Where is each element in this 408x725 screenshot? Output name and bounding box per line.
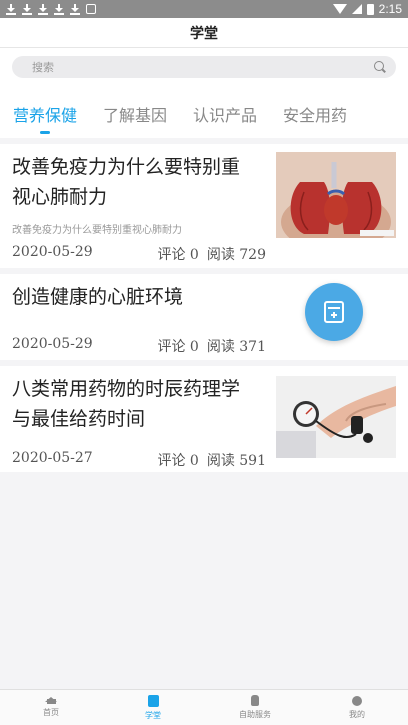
article-reads: 阅读 591 [206,453,266,469]
nav-home[interactable]: 首页 [0,690,102,725]
article-thumbnail-blood-pressure [276,376,396,458]
nav-label: 首页 [43,708,59,717]
app-notification-icon [86,3,96,14]
nav-label: 学堂 [145,710,161,720]
signal-icon [351,4,362,14]
article-title-line: 八类常用药物的时辰药理学 [12,378,241,400]
article-title-line: 与最佳给药时间 [12,408,146,430]
article-date: 2020-05-29 [12,244,93,260]
page-title: 学堂 [190,25,218,42]
search-box[interactable] [12,56,396,78]
article-title: 八类常用药物的时辰药理学 与最佳给药时间 [12,374,240,434]
article-item[interactable]: 八类常用药物的时辰药理学 与最佳给药时间 2020-05-27 评论 0 阅读 … [0,366,408,472]
search-input[interactable] [32,60,374,74]
article-title: 创造健康的心脏环境 [12,286,184,308]
download-icon [54,3,64,15]
search-bar [0,48,408,90]
tab-medication-safety[interactable]: 安全用药 [270,90,360,138]
medicine-box-fab-button[interactable] [305,283,363,341]
download-icon [6,3,16,15]
search-icon[interactable] [374,61,386,73]
article-reads: 阅读 371 [206,339,266,355]
article-title: 改善免疫力为什么要特别重 视心肺耐力 [12,152,240,212]
book-icon [147,694,159,707]
tab-nutrition[interactable]: 营养保健 [0,90,90,138]
article-item[interactable]: 改善免疫力为什么要特别重 视心肺耐力 改善免疫力为什么要特别重视心肺耐力 202… [0,144,408,268]
status-bar: 2:15 [0,0,408,18]
medicine-box-icon [324,301,344,323]
battery-icon [366,3,374,15]
wifi-icon [332,4,347,14]
nav-label: 我的 [349,709,365,719]
download-icon [38,3,48,15]
tab-products[interactable]: 认识产品 [180,90,270,138]
tab-genes[interactable]: 了解基因 [90,90,180,138]
article-title-line: 视心肺耐力 [12,186,108,208]
article-date: 2020-05-29 [12,336,93,352]
article-title-line: 改善免疫力为什么要特别重 [12,156,241,178]
nav-self-service[interactable]: 自助服务 [204,690,306,725]
category-tabs: 营养保健 了解基因 认识产品 安全用药 [0,90,408,138]
article-date: 2020-05-27 [12,450,93,466]
nav-mine[interactable]: 我的 [306,690,408,725]
article-stats: 评论 0 阅读 371 [157,336,266,356]
nav-label: 自助服务 [239,710,271,719]
article-reads: 阅读 729 [206,247,266,263]
home-icon [45,697,57,704]
app-header: 学堂 [0,18,408,48]
download-icon [22,3,32,15]
article-comments: 评论 0 [157,247,199,263]
article-summary: 改善免疫力为什么要特别重视心肺耐力 [12,225,182,236]
download-icon [70,3,80,15]
notification-icons [6,3,96,15]
person-icon [352,695,362,706]
article-stats: 评论 0 阅读 591 [157,450,266,470]
article-comments: 评论 0 [157,453,199,469]
status-time: 2:15 [378,2,402,16]
article-stats: 评论 0 阅读 729 [157,244,266,264]
article-thumbnail-lungs [276,152,396,238]
hand-icon [251,695,259,706]
bottom-navigation: 首页 学堂 自助服务 我的 [0,689,408,725]
nav-school[interactable]: 学堂 [102,690,204,725]
article-comments: 评论 0 [157,339,199,355]
